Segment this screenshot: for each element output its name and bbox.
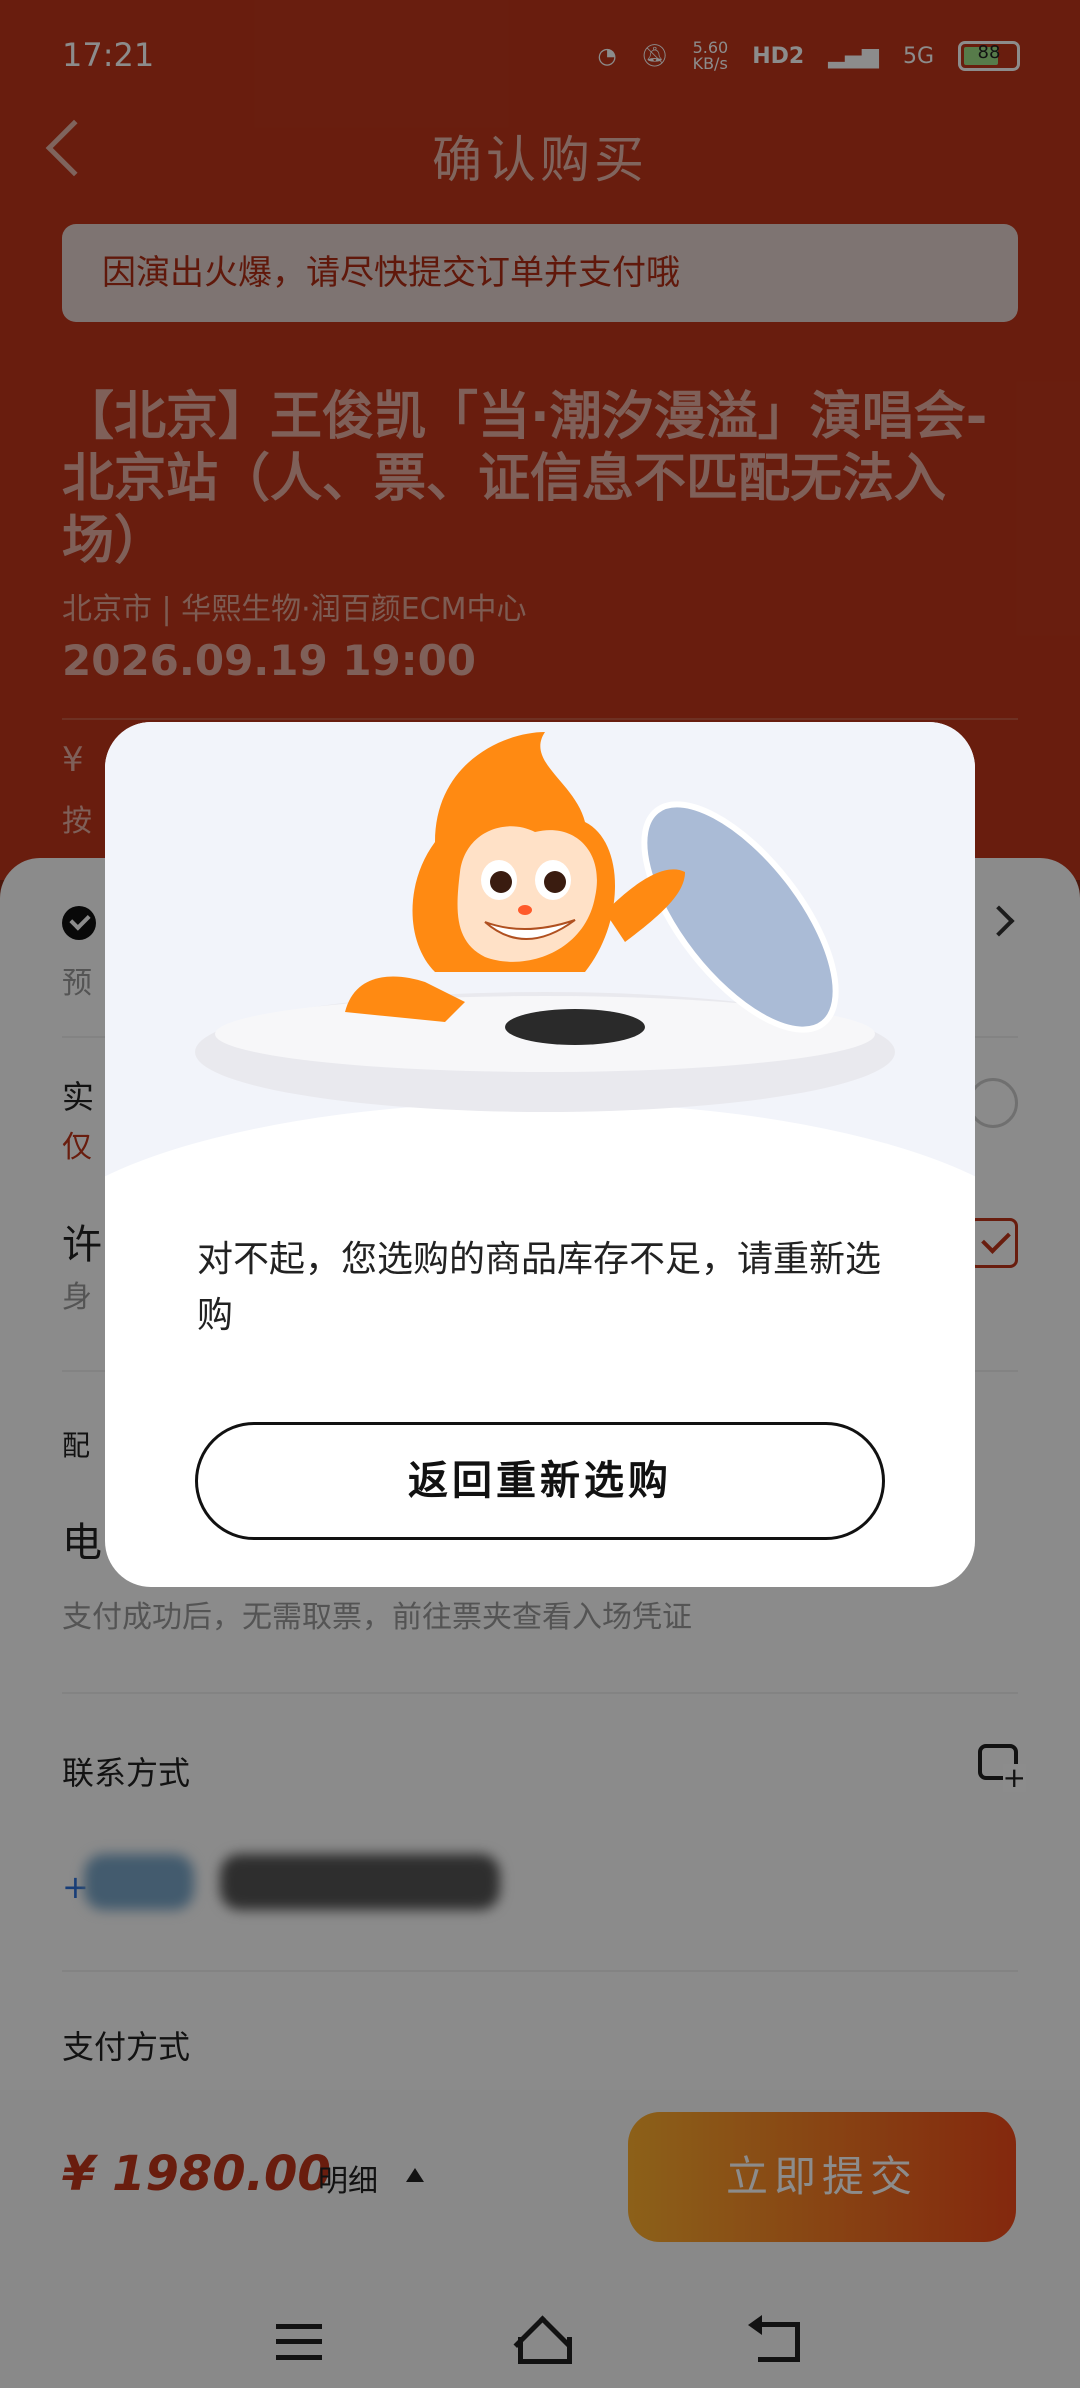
mascot-illustration (105, 722, 975, 1422)
page: 17:21 ◔ 🔕︎ 5.60 KB/s HD2 ▂▄▆ 5G 88 确认购买 … (0, 0, 1080, 2388)
dialog-message: 对不起，您选购的商品库存不足，请重新选购 (197, 1239, 882, 1336)
out-of-stock-dialog: 对不起，您选购的商品库存不足，请重新选购 返回重新选购 (105, 722, 975, 1587)
return-reselect-button[interactable]: 返回重新选购 (195, 1422, 885, 1540)
